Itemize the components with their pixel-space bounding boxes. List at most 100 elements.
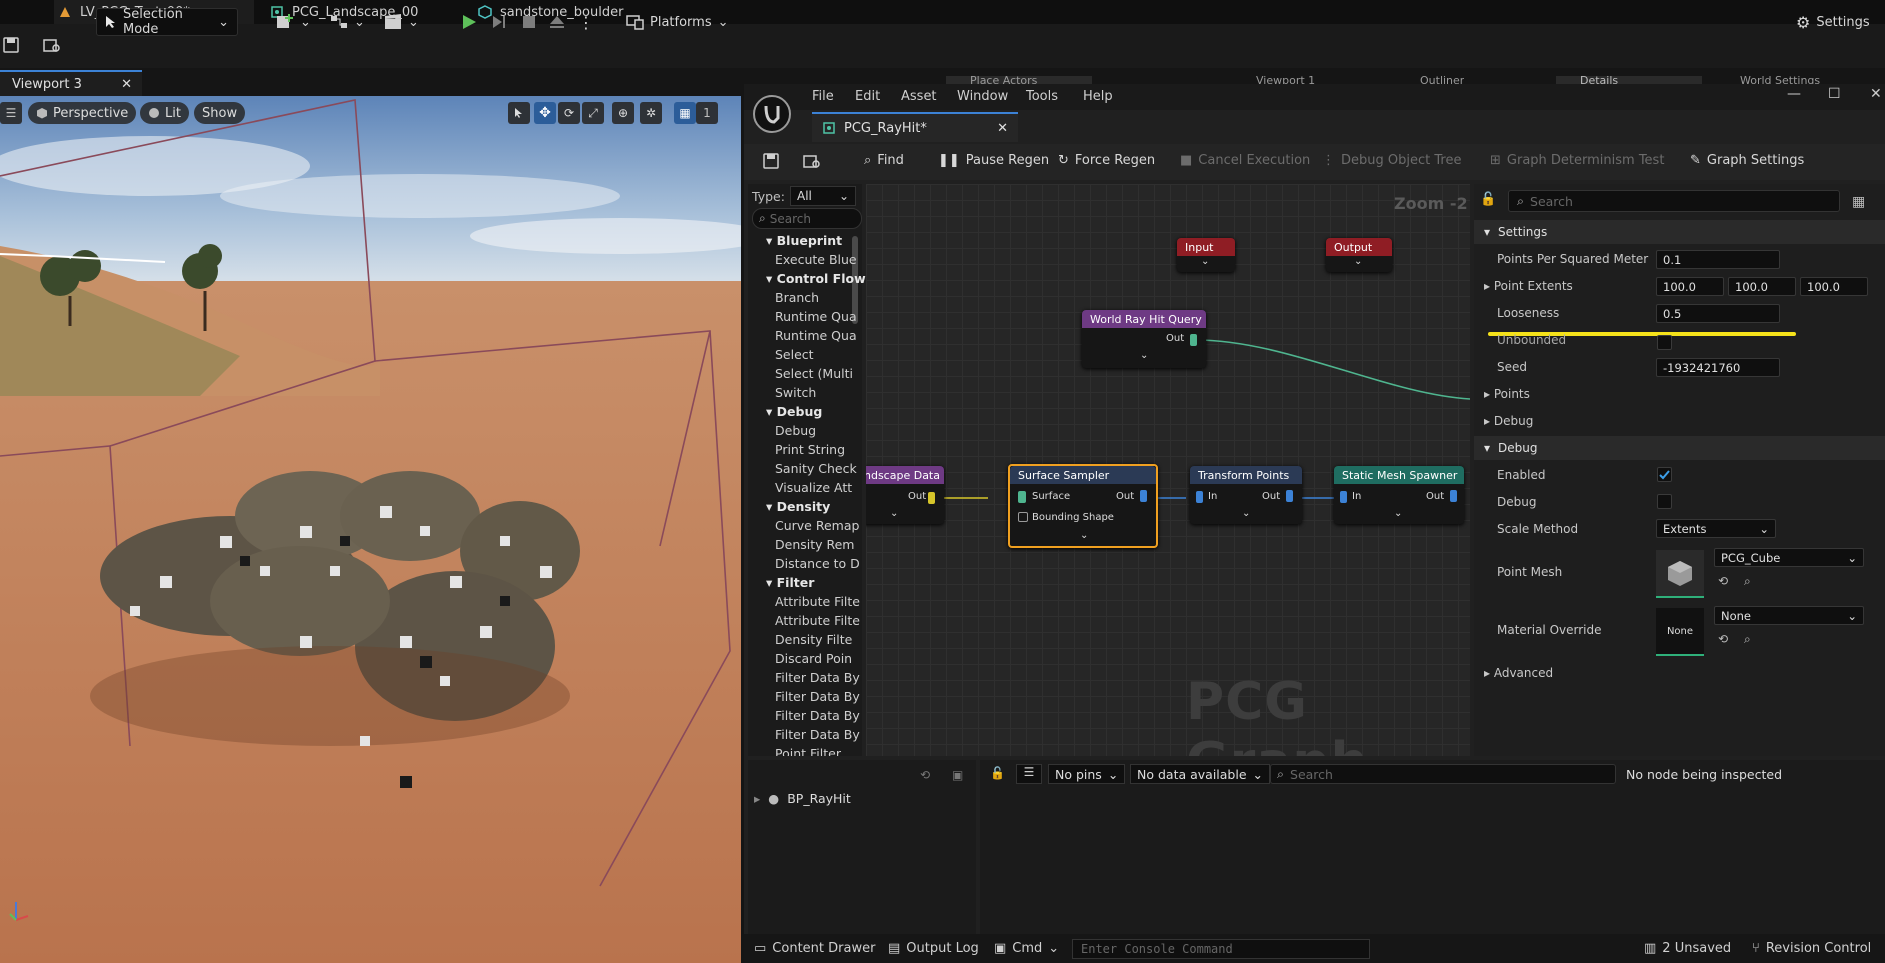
in-pin[interactable]: [1196, 491, 1203, 503]
console-command-input[interactable]: Enter Console Command: [1072, 939, 1370, 959]
unbounded-checkbox[interactable]: [1657, 335, 1672, 350]
play-button[interactable]: [452, 8, 486, 36]
palette-item[interactable]: Discard Poin: [775, 651, 860, 666]
point-extents-x-field[interactable]: 100.0: [1656, 277, 1724, 296]
viewport-tab[interactable]: Viewport 3 ✕: [0, 70, 142, 96]
palette-item[interactable]: Filter Data By: [775, 727, 860, 742]
filter-icon[interactable]: ☰: [1016, 764, 1042, 784]
palette-item[interactable]: Curve Remap: [775, 518, 860, 533]
palette-item[interactable]: Filter Data By: [775, 689, 860, 704]
settings-button[interactable]: ⚙ Settings: [1788, 8, 1878, 36]
revision-control-button[interactable]: ⑂ Revision Control: [1752, 941, 1871, 956]
menu-window[interactable]: Window: [957, 89, 1008, 104]
in-pin[interactable]: [1340, 491, 1347, 503]
browse-icon[interactable]: [42, 36, 62, 54]
palette-item[interactable]: Debug: [775, 423, 860, 438]
palette-category-blueprint[interactable]: ▾ Blueprint: [766, 233, 842, 248]
menu-help[interactable]: Help: [1083, 89, 1113, 104]
menu-edit[interactable]: Edit: [855, 89, 880, 104]
pause-regen-button[interactable]: ❚❚ Pause Regen: [938, 153, 1049, 168]
save-icon[interactable]: [2, 36, 20, 54]
output-log-button[interactable]: ▤ Output Log: [888, 941, 979, 956]
add-content-button[interactable]: ⌄: [268, 8, 319, 36]
cmd-dropdown[interactable]: ▣ Cmd ⌄: [994, 941, 1059, 956]
out-pin[interactable]: [928, 492, 935, 504]
palette-category-control-flow[interactable]: ▾ Control Flow: [766, 271, 866, 286]
points-per-squared-meter-field[interactable]: 0.1: [1656, 250, 1780, 269]
palette-item[interactable]: Attribute Filte: [775, 594, 860, 609]
palette-item[interactable]: Sanity Check: [775, 461, 860, 476]
pcg-document-tab[interactable]: PCG_RayHit* ✕: [812, 112, 1018, 142]
point-mesh-thumbnail[interactable]: [1656, 550, 1704, 598]
chevron-down-icon[interactable]: ⌄: [1394, 508, 1402, 519]
find-button[interactable]: ⌕ Find: [864, 153, 904, 168]
material-thumbnail[interactable]: None: [1656, 608, 1704, 656]
filter-tree-icon[interactable]: ▣: [952, 768, 963, 782]
blueprint-button[interactable]: ⌄: [322, 8, 373, 36]
cancel-execution-button[interactable]: ■ Cancel Execution: [1180, 153, 1310, 168]
palette-item[interactable]: Runtime Qua: [775, 328, 860, 343]
debug-section-header[interactable]: ▾ Debug: [1474, 436, 1885, 460]
point-extents-y-field[interactable]: 100.0: [1728, 277, 1796, 296]
chevron-down-icon[interactable]: ⌄: [1080, 530, 1088, 541]
camera-speed-button[interactable]: 1: [696, 102, 718, 124]
content-drawer-button[interactable]: ▭ Content Drawer: [754, 941, 875, 956]
rotate-tool-button[interactable]: ⟳: [558, 102, 580, 124]
static-mesh-spawner-node[interactable]: Static Mesh Spawner In Out ⌄: [1334, 466, 1464, 524]
pcg-graph-canvas[interactable]: Zoom -2 PCG Graph Input ⌄ Output ⌄ World…: [866, 184, 1470, 756]
palette-item[interactable]: Execute Blue: [775, 252, 860, 267]
palette-item[interactable]: Print String: [775, 442, 860, 457]
view-options-icon[interactable]: ▦: [1852, 194, 1865, 210]
palette-item[interactable]: Select (Multi: [775, 366, 860, 381]
point-extents-row[interactable]: ▸ Point Extents: [1484, 279, 1573, 293]
maximize-button[interactable]: ☐: [1828, 86, 1841, 102]
material-override-dropdown[interactable]: None ⌄: [1714, 606, 1864, 625]
chevron-down-icon[interactable]: ⌄: [890, 508, 898, 519]
show-dropdown[interactable]: Show: [194, 102, 246, 124]
chevron-down-icon[interactable]: ⌄: [1140, 350, 1148, 361]
debug-object-tree-button[interactable]: ⋮ Debug Object Tree: [1322, 153, 1461, 168]
landscape-data-node[interactable]: ndscape Data Out ⌄: [866, 466, 944, 524]
unsaved-button[interactable]: ▥ 2 Unsaved: [1644, 941, 1731, 956]
level-viewport[interactable]: [0, 96, 741, 963]
palette-item[interactable]: Point Filter: [775, 746, 860, 756]
surface-pin[interactable]: [1018, 491, 1026, 503]
world-ray-hit-query-node[interactable]: World Ray Hit Query Out ⌄: [1082, 310, 1206, 368]
graph-settings-button[interactable]: ✎ Graph Settings: [1690, 153, 1804, 168]
close-icon[interactable]: ✕: [121, 77, 132, 92]
menu-asset[interactable]: Asset: [901, 89, 937, 104]
palette-item[interactable]: Visualize Att: [775, 480, 860, 495]
graph-determinism-test-button[interactable]: ⊞ Graph Determinism Test: [1490, 153, 1664, 168]
perspective-dropdown[interactable]: Perspective: [28, 102, 137, 124]
enabled-checkbox[interactable]: [1657, 467, 1672, 482]
eject-button[interactable]: [540, 8, 574, 36]
surface-snap-button[interactable]: ✲: [640, 102, 662, 124]
palette-category-debug[interactable]: ▾ Debug: [766, 404, 822, 419]
palette-item[interactable]: Density Rem: [775, 537, 860, 552]
debug-group[interactable]: ▸ Debug: [1484, 414, 1533, 428]
refresh-icon[interactable]: ⟲: [920, 768, 930, 782]
cinematics-button[interactable]: ⌄: [376, 8, 427, 36]
chevron-down-icon[interactable]: ⌄: [1201, 256, 1209, 267]
lock-icon[interactable]: 🔓: [990, 766, 1005, 780]
save-asset-icon[interactable]: [762, 152, 780, 170]
palette-item[interactable]: Branch: [775, 290, 860, 305]
palette-item[interactable]: Filter Data By: [775, 670, 860, 685]
browse-icon[interactable]: ⌕: [1744, 574, 1751, 589]
lock-icon[interactable]: 🔓: [1480, 192, 1496, 207]
browse-icon[interactable]: ⌕: [1744, 632, 1751, 647]
output-node[interactable]: Output ⌄: [1326, 238, 1392, 272]
palette-item[interactable]: Filter Data By: [775, 708, 860, 723]
chevron-down-icon[interactable]: ⌄: [1242, 508, 1250, 519]
surface-sampler-node[interactable]: Surface Sampler Surface Out Bounding Sha…: [1008, 464, 1158, 548]
input-node[interactable]: Input ⌄: [1177, 238, 1235, 272]
scale-tool-button[interactable]: ⤢: [582, 102, 604, 124]
point-extents-z-field[interactable]: 100.0: [1800, 277, 1868, 296]
tree-item-bp-rayhit[interactable]: ▸ ● BP_RayHit: [754, 791, 851, 806]
palette-item[interactable]: Select: [775, 347, 860, 362]
settings-section-header[interactable]: ▾ Settings: [1474, 220, 1885, 244]
lit-dropdown[interactable]: Lit: [140, 102, 189, 124]
out-pin[interactable]: [1140, 490, 1147, 502]
palette-item[interactable]: Distance to D: [775, 556, 860, 571]
palette-item[interactable]: Runtime Qua: [775, 309, 860, 324]
